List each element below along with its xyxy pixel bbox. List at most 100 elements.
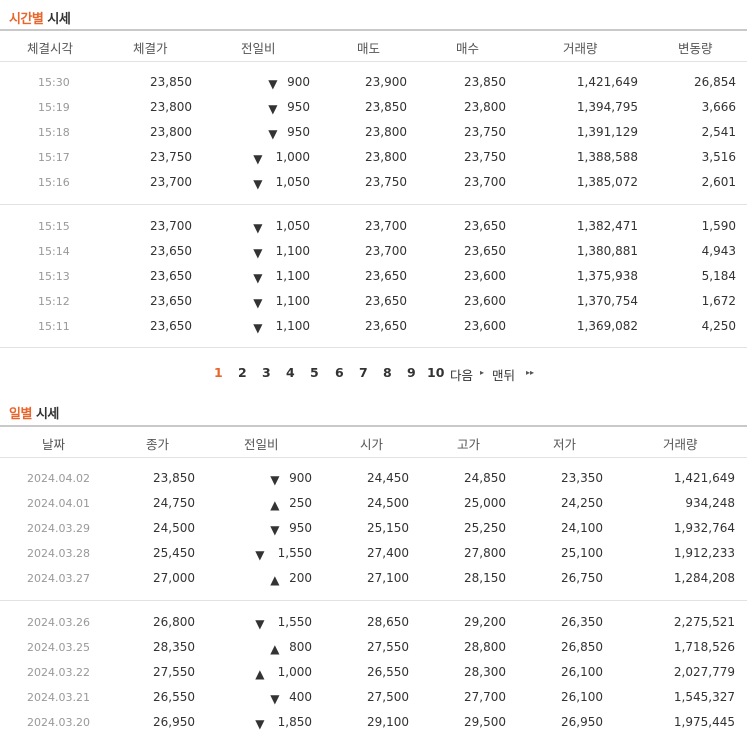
pagination: 1 2 3 4 5 6 7 8 9 10 다음 ▸ 맨뒤 ▸▸ — [0, 365, 750, 385]
down-arrow-icon: ▼ — [253, 246, 263, 260]
page-link-7[interactable]: 7 — [359, 365, 368, 380]
last-page-link[interactable]: 맨뒤 — [492, 365, 515, 384]
cell-date: 2024.03.22 — [27, 666, 90, 679]
cell-open: 27,550 — [367, 640, 409, 654]
cell-date: 2024.03.26 — [27, 616, 90, 629]
cell-price: 23,850 — [150, 75, 192, 89]
down-arrow-icon: ▼ — [253, 321, 263, 335]
time-section-title: 시간별 시세 — [9, 12, 71, 27]
cell-volume: 2,275,521 — [673, 615, 735, 629]
cell-open: 24,500 — [367, 496, 409, 510]
cell-low: 23,350 — [561, 471, 603, 485]
next-arrow-icon: ▸ — [480, 368, 485, 377]
cell-high: 29,500 — [464, 715, 506, 729]
col-header-delta: 변동량 — [678, 41, 713, 56]
cell-date: 2024.03.20 — [27, 716, 90, 729]
down-arrow-icon: ▼ — [268, 102, 278, 116]
cell-delta: 2,541 — [701, 125, 736, 139]
cell-change: 950 — [287, 125, 310, 139]
page-link-8[interactable]: 8 — [383, 365, 392, 380]
cell-volume: 1,385,072 — [576, 175, 638, 189]
down-arrow-icon: ▼ — [253, 152, 263, 166]
cell-volume: 1,370,754 — [576, 294, 638, 308]
cell-high: 25,250 — [464, 521, 506, 535]
cell-price: 23,650 — [150, 269, 192, 283]
col-header-price: 체결가 — [133, 41, 168, 56]
cell-open: 25,150 — [367, 521, 409, 535]
cell-time: 15:13 — [38, 270, 70, 283]
cell-date: 2024.03.27 — [27, 572, 90, 585]
cell-change: 1,000 — [275, 150, 310, 164]
page-link-10[interactable]: 10 — [427, 365, 444, 380]
down-arrow-icon: ▼ — [268, 77, 278, 91]
table-row: 15:11 23,650 1,100 ▼ 23,650 23,600 1,369,082 4,… — [0, 314, 747, 339]
cell-time: 15:11 — [38, 320, 70, 333]
cell-delta: 1,672 — [701, 294, 736, 308]
cell-buy: 23,600 — [464, 294, 506, 308]
cell-volume: 1,545,327 — [673, 690, 735, 704]
down-arrow-icon: ▼ — [268, 127, 278, 141]
cell-price: 23,650 — [150, 319, 192, 333]
page-link-6[interactable]: 6 — [335, 365, 344, 380]
table-row: 2024.03.20 26,950 1,850 ▼ 29,100 29,500 26,950… — [0, 710, 747, 735]
cell-sell: 23,800 — [365, 150, 407, 164]
col-header-buy: 매수 — [456, 41, 480, 56]
page-link-2[interactable]: 2 — [238, 365, 247, 380]
cell-time: 15:30 — [38, 76, 70, 89]
row-group-divider — [0, 204, 747, 205]
cell-open: 26,550 — [367, 665, 409, 679]
cell-open: 29,100 — [367, 715, 409, 729]
cell-change: 1,000 — [277, 665, 312, 679]
up-arrow-icon: ▲ — [270, 573, 280, 587]
cell-open: 28,650 — [367, 615, 409, 629]
cell-volume: 1,284,208 — [673, 571, 735, 585]
cell-close: 26,950 — [153, 715, 195, 729]
cell-price: 23,800 — [150, 100, 192, 114]
cell-change: 200 — [289, 571, 312, 585]
up-arrow-icon: ▲ — [270, 642, 280, 656]
cell-change: 950 — [287, 100, 310, 114]
page-link-9[interactable]: 9 — [407, 365, 416, 380]
cell-delta: 4,250 — [701, 319, 736, 333]
cell-high: 28,150 — [464, 571, 506, 585]
next-page-link[interactable]: 다음 — [450, 365, 473, 384]
cell-volume: 1,369,082 — [576, 319, 638, 333]
page-link-4[interactable]: 4 — [286, 365, 295, 380]
table-row: 15:13 23,650 1,100 ▼ 23,650 23,600 1,375,938 5,… — [0, 264, 747, 289]
col-header-change: 전일비 — [244, 437, 279, 452]
cell-time: 15:14 — [38, 245, 70, 258]
cell-volume: 1,382,471 — [576, 219, 638, 233]
cell-close: 23,850 — [153, 471, 195, 485]
cell-buy: 23,750 — [464, 150, 506, 164]
page-link-3[interactable]: 3 — [262, 365, 271, 380]
table-row: 2024.03.25 28,350 800 ▲ 27,550 28,800 26,850 1,… — [0, 635, 747, 660]
col-header-volume: 거래량 — [663, 437, 698, 452]
page-link-5[interactable]: 5 — [310, 365, 319, 380]
cell-volume: 934,248 — [685, 496, 735, 510]
table-row: 2024.03.28 25,450 1,550 ▼ 27,400 27,800 25,100… — [0, 541, 747, 566]
cell-low: 26,100 — [561, 690, 603, 704]
cell-buy: 23,650 — [464, 244, 506, 258]
cell-buy: 23,800 — [464, 100, 506, 114]
cell-change: 1,100 — [275, 319, 310, 333]
down-arrow-icon: ▼ — [255, 548, 265, 562]
cell-time: 15:19 — [38, 101, 70, 114]
col-header-time: 체결시각 — [27, 41, 74, 56]
col-header-change: 전일비 — [241, 41, 276, 56]
cell-date: 2024.03.25 — [27, 641, 90, 654]
cell-sell: 23,650 — [365, 319, 407, 333]
table-row: 15:18 23,800 950 ▼ 23,800 23,750 1,391,129 2,54… — [0, 120, 747, 145]
cell-buy: 23,700 — [464, 175, 506, 189]
cell-change: 1,100 — [275, 294, 310, 308]
cell-close: 27,550 — [153, 665, 195, 679]
cell-close: 28,350 — [153, 640, 195, 654]
cell-volume: 1,380,881 — [576, 244, 638, 258]
cell-change: 1,050 — [275, 175, 310, 189]
down-arrow-icon: ▼ — [270, 473, 280, 487]
cell-change: 400 — [289, 690, 312, 704]
page-link-1[interactable]: 1 — [214, 365, 223, 380]
cell-change: 1,550 — [277, 546, 312, 560]
table-row: 2024.04.02 23,850 900 ▼ 24,450 24,850 23,350 1,… — [0, 466, 747, 491]
daily-section-title: 일별 시세 — [9, 407, 59, 422]
cell-close: 26,800 — [153, 615, 195, 629]
